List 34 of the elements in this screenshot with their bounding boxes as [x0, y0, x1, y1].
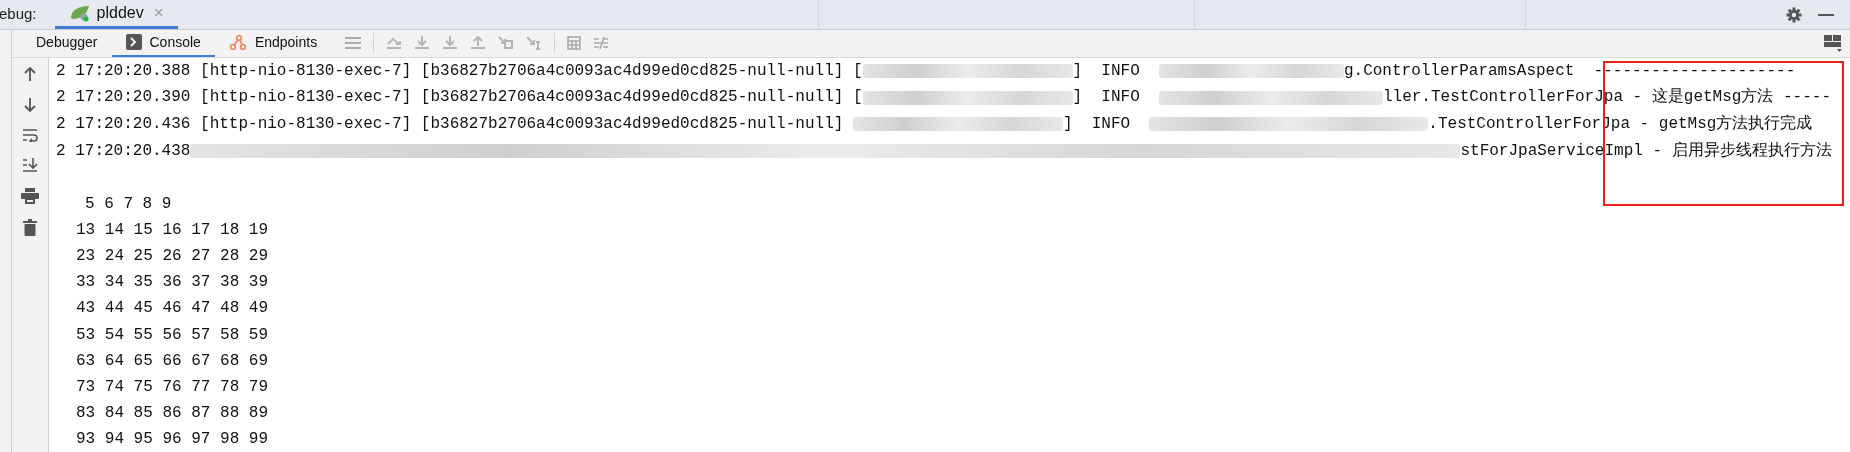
log-text: 2 17:20:20.438	[56, 140, 191, 162]
console-output-line: 83 84 85 86 87 88 89	[76, 402, 269, 424]
console-output-line: 13 14 15 16 17 18 19	[76, 220, 269, 242]
tool-tab[interactable]: Endpoints	[214, 30, 332, 57]
endpoints-icon	[228, 34, 247, 51]
log-text: 2 17:20:20.436 [http-nio-8130-exec-7] [b36827b2706a4c0093ac4d99ed0cd825-null-null]	[56, 114, 845, 135]
trash-icon[interactable]	[23, 218, 37, 236]
console-output-line: 43 44 45 46 47 48 49	[76, 298, 269, 320]
terminal-icon	[125, 34, 142, 51]
log-text: 2 17:20:20.390 [http-nio-8130-exec-7] [b36827b2706a4c0093ac4d99ed0cd825-null-null] [	[56, 87, 863, 109]
print-icon[interactable]	[21, 187, 39, 204]
console-output-line: 53 54 55 56 57 58 59	[76, 324, 269, 346]
console-output-line: 73 74 75 76 77 78 79	[76, 376, 269, 398]
down-arrow-icon[interactable]	[23, 96, 37, 113]
settings-icon[interactable]	[1786, 6, 1802, 23]
tab-title: plddev	[96, 3, 144, 23]
log-text: ] INFO	[1062, 114, 1132, 135]
log-text: 2 17:20:20.388 [http-nio-8130-exec-7] [b36827b2706a4c0093ac4d99ed0cd825-null-null] [	[56, 60, 863, 82]
console-output-line: 33 34 35 36 37 38 39	[76, 272, 269, 294]
up-arrow-icon[interactable]	[23, 65, 37, 82]
log-text: ] INFO	[1072, 60, 1141, 82]
tool-tab[interactable]: Console	[111, 30, 215, 57]
layout-icon[interactable]	[1824, 34, 1842, 53]
console-output-line: 63 64 65 66 67 68 69	[76, 350, 269, 372]
leaf-icon	[68, 4, 91, 22]
debug-label: ebug:	[0, 4, 37, 25]
console-output-line: 5 6 7 8 9	[85, 194, 172, 216]
console-output-line: 93 94 95 96 97 98 99	[76, 428, 269, 450]
tool-tab[interactable]: Debugger	[22, 30, 112, 57]
console-output-line: 23 24 25 26 27 28 29	[76, 246, 269, 268]
soft-wrap-icon[interactable]	[22, 127, 38, 142]
scroll-to-end-icon[interactable]	[22, 156, 38, 173]
log-text: g.ControllerParamsAspect ---------------------	[1343, 60, 1796, 82]
log-text: ] INFO	[1072, 87, 1141, 109]
